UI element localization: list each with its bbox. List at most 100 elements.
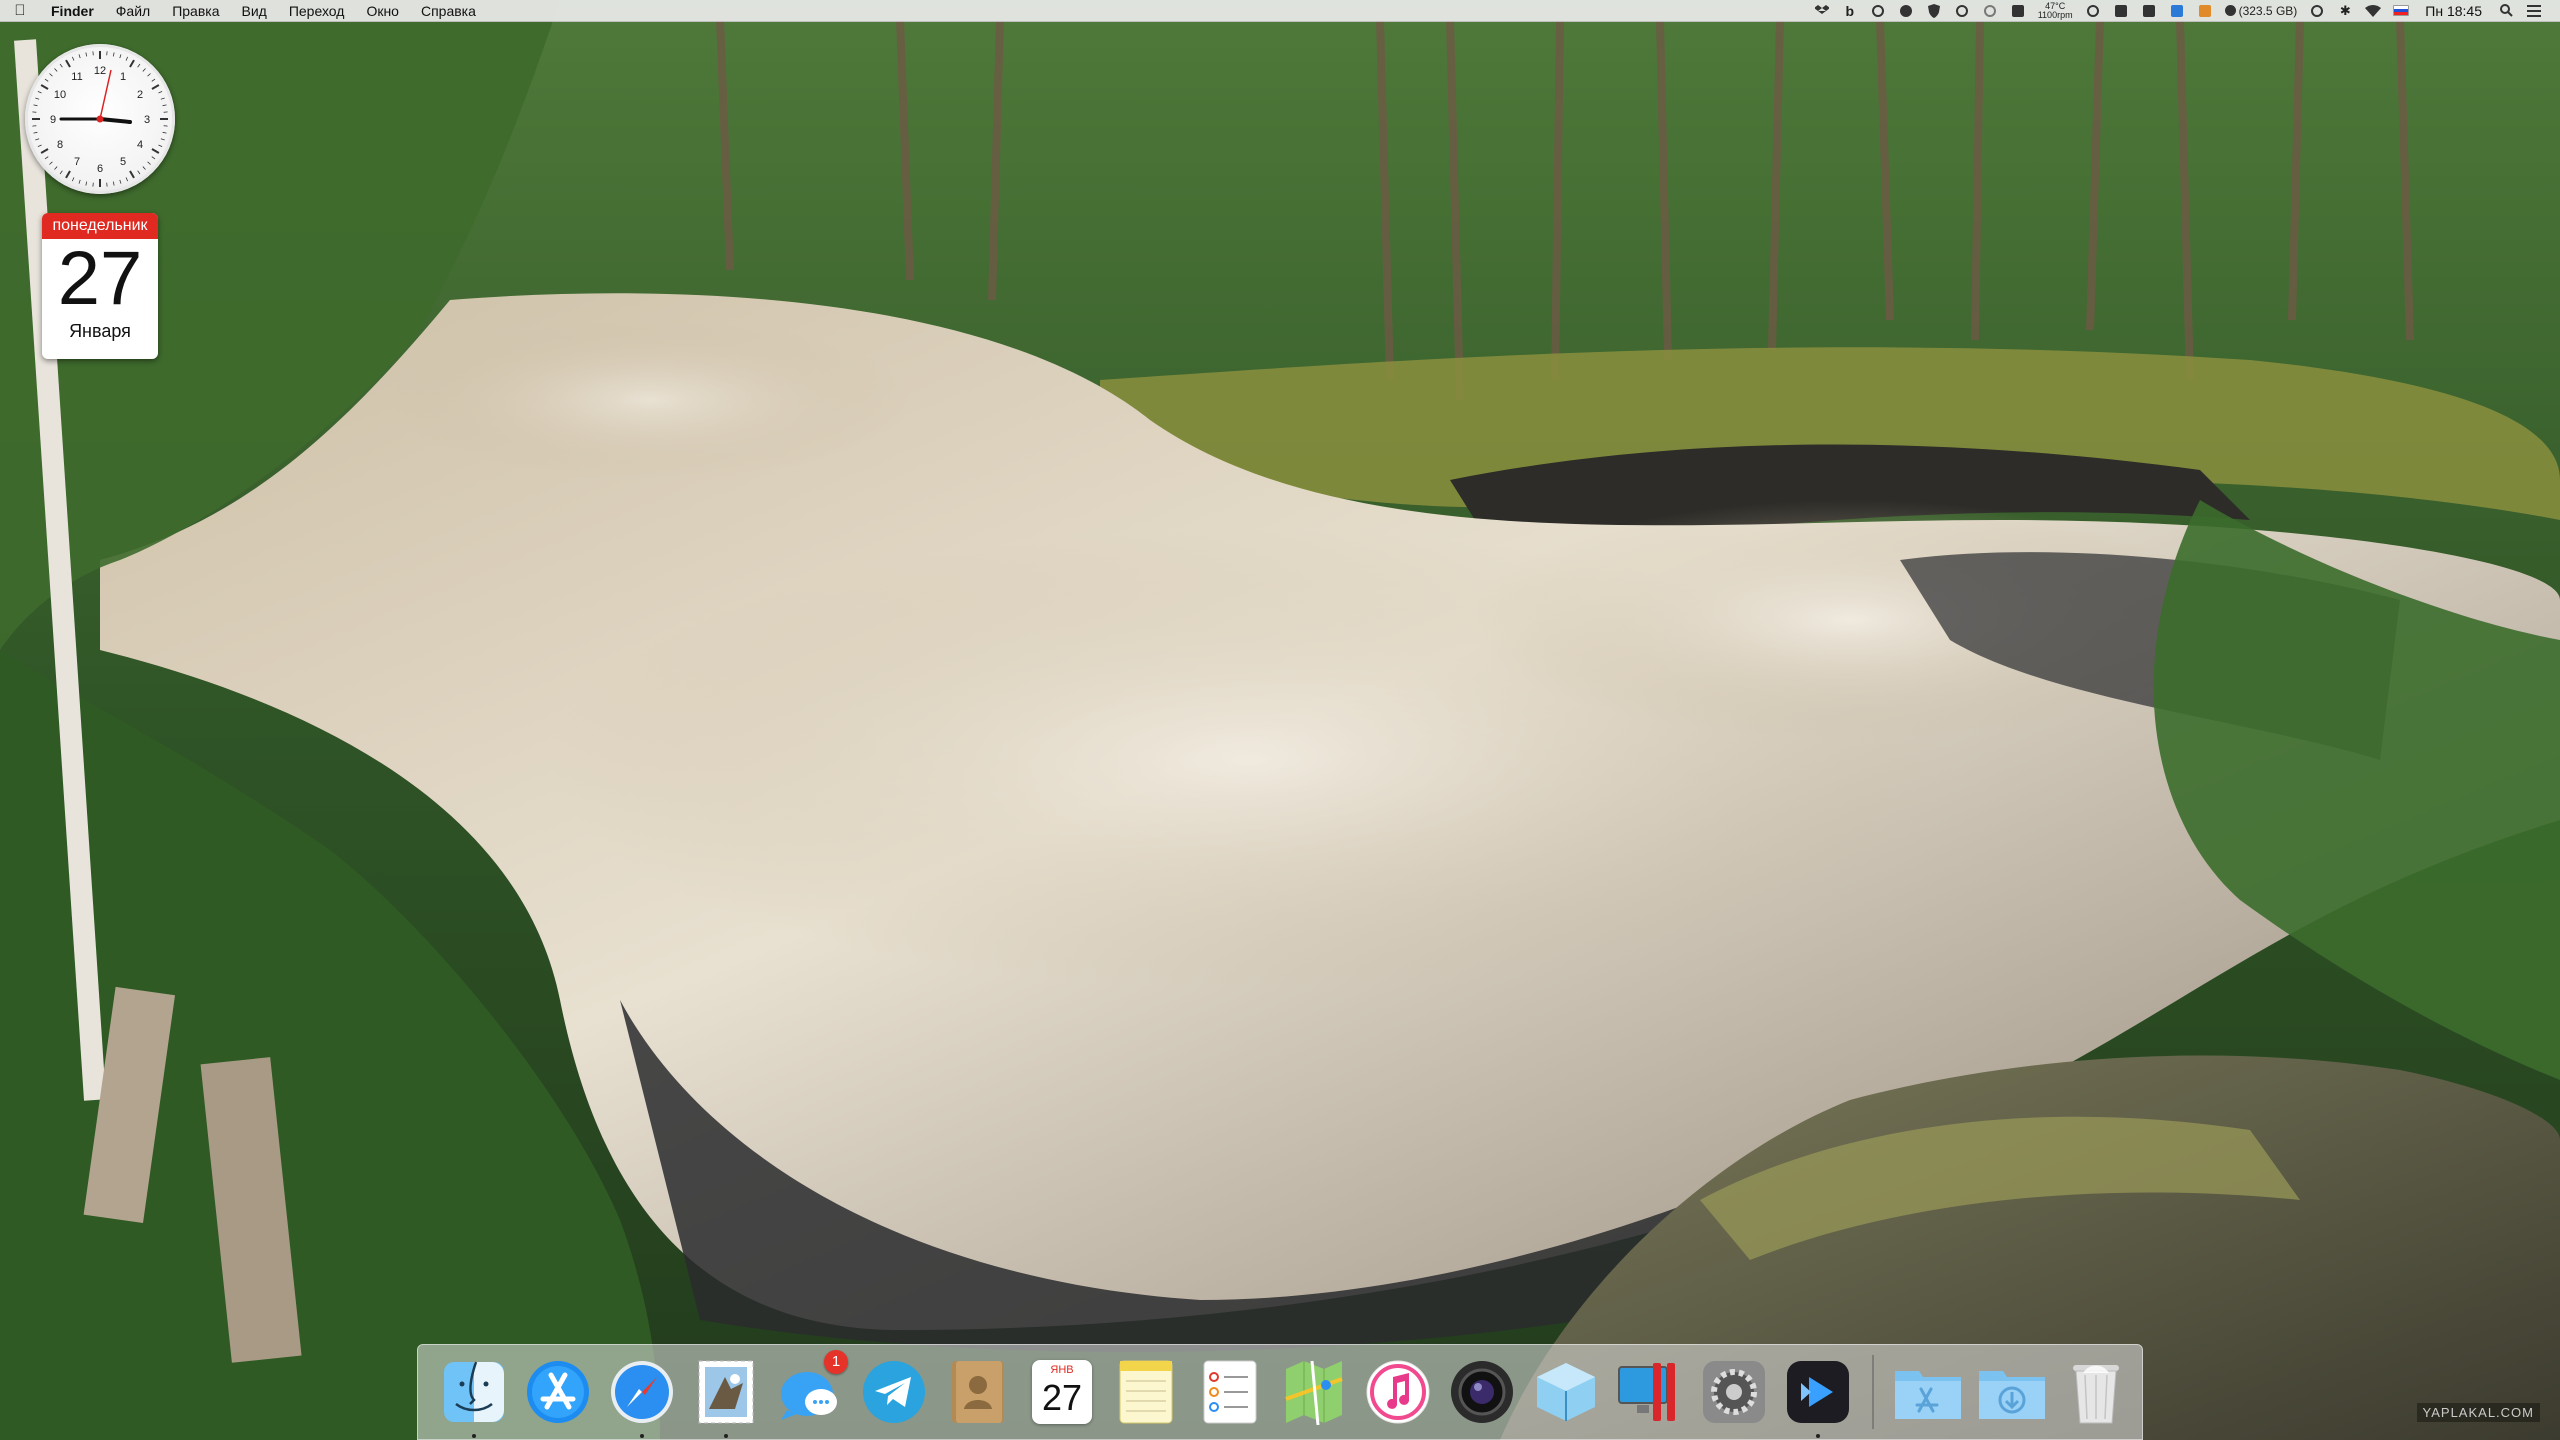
clock-tick [33, 131, 38, 134]
clock-tick [35, 97, 40, 100]
dock-parallels[interactable] [1614, 1356, 1686, 1428]
clock-tick [160, 97, 165, 100]
dock-telegram[interactable] [858, 1356, 930, 1428]
dock-reminders[interactable] [1194, 1356, 1266, 1428]
analog-clock-widget: 12 1 2 3 45 6 78 9 10 11 [25, 44, 175, 194]
vpn-icon[interactable] [1898, 0, 1914, 22]
dock-safari[interactable] [606, 1356, 678, 1438]
clock-tick [129, 59, 135, 68]
menubar-clock[interactable]: Пн 18:45 [2425, 3, 2482, 19]
svg-text:12: 12 [94, 65, 106, 77]
clock-tick [112, 181, 115, 186]
timer-icon[interactable] [2085, 0, 2101, 22]
dock-photo-booth[interactable] [1446, 1356, 1518, 1428]
dock-downloads-stack[interactable] [1976, 1356, 2048, 1428]
status-area: b 47°C 1100rpm (323.5 GB) ✱ Пн 18:45 [1808, 0, 2560, 22]
dock-messages[interactable]: 1 [774, 1350, 848, 1428]
dock-system-preferences[interactable] [1698, 1356, 1770, 1428]
maps-icon [1278, 1356, 1350, 1428]
clock-tick [142, 68, 146, 72]
dock-app-store[interactable] [522, 1356, 594, 1428]
language-icon[interactable] [2169, 0, 2185, 22]
svg-text:8: 8 [57, 139, 63, 151]
dock-contacts[interactable] [942, 1356, 1014, 1428]
svg-text:10: 10 [54, 89, 66, 101]
clock-tick [54, 166, 58, 170]
time-machine-icon[interactable] [2309, 0, 2325, 22]
spotlight-search-icon[interactable] [2498, 0, 2514, 22]
applications-folder-icon [1892, 1356, 1964, 1428]
wifi-icon[interactable] [2365, 0, 2382, 22]
menu-view[interactable]: Вид [231, 0, 278, 22]
svg-text:4: 4 [137, 139, 143, 151]
shield-icon[interactable] [1926, 0, 1942, 22]
display-icon[interactable] [2113, 0, 2129, 22]
clock-tick [162, 131, 167, 134]
dock-virtualbox[interactable] [1530, 1356, 1602, 1428]
sync-icon[interactable] [1982, 0, 1998, 22]
play-icon [1782, 1356, 1854, 1428]
menu-help[interactable]: Справка [410, 0, 487, 22]
clock-tick [71, 177, 75, 182]
clock-tick [71, 56, 75, 61]
input-flag-ru-icon[interactable] [2393, 0, 2410, 22]
menu-bar:  Finder Файл Правка Вид Переход Окно Сп… [0, 0, 2560, 22]
airplay-audio-icon[interactable] [1870, 0, 1886, 22]
reminders-icon [1194, 1356, 1266, 1428]
apple-logo-icon[interactable]:  [0, 2, 40, 19]
svg-text:5: 5 [120, 156, 126, 168]
parallels-icon [1614, 1356, 1686, 1428]
svg-text:3: 3 [144, 114, 150, 126]
clock-tick [40, 148, 49, 154]
clock-tick [78, 54, 81, 59]
dock-itunes[interactable] [1362, 1356, 1434, 1428]
clock-tick [162, 104, 167, 107]
clock-tick [151, 148, 160, 154]
menu-window[interactable]: Окно [355, 0, 410, 22]
clock-tick [151, 78, 156, 82]
menu-edit[interactable]: Правка [161, 0, 230, 22]
svg-text:2: 2 [137, 89, 143, 101]
bluetooth-icon[interactable]: ✱ [2337, 0, 2353, 22]
clock-tick [119, 179, 122, 184]
disk-free-value: (323.5 GB) [2238, 3, 2298, 18]
menu-app-finder[interactable]: Finder [40, 0, 105, 22]
cpu-monitor-icon[interactable] [2010, 0, 2026, 22]
contacts-icon [942, 1356, 1014, 1428]
info-icon[interactable] [1954, 0, 1970, 22]
menu-meters-icon[interactable] [2141, 0, 2157, 22]
temperature-fan-readout[interactable]: 47°C 1100rpm [2038, 0, 2073, 22]
dock-applications-stack[interactable] [1892, 1356, 1964, 1428]
notification-center-icon[interactable] [2526, 0, 2542, 22]
clock-tick [129, 170, 135, 179]
dock-infuse[interactable] [1782, 1356, 1854, 1438]
clock-tick [49, 161, 53, 165]
dock-mail[interactable] [690, 1356, 762, 1438]
dropbox-icon[interactable] [1814, 0, 1830, 22]
app-store-icon [522, 1356, 594, 1428]
watermark: YAPLAKAL.COM [2416, 1403, 2540, 1422]
clock-tick [44, 156, 49, 160]
dock-finder[interactable] [438, 1356, 510, 1438]
clock-tick [65, 59, 71, 68]
desktop-wallpaper [0, 0, 2560, 1440]
dock-calendar[interactable]: ЯНВ 27 [1026, 1356, 1098, 1428]
dock-notes[interactable] [1110, 1356, 1182, 1428]
clock-face-icon: 12 12 3 45 6 78 9 10 11 [32, 51, 168, 187]
menu-file[interactable]: Файл [105, 0, 161, 22]
dock-trash[interactable] [2060, 1356, 2132, 1428]
disk-space-readout[interactable]: (323.5 GB) [2224, 0, 2298, 22]
menu-go[interactable]: Переход [278, 0, 356, 22]
safari-icon [606, 1356, 678, 1428]
clock-tick [85, 181, 88, 186]
dock: 1 ЯНВ 27 [417, 1344, 2143, 1440]
svg-text:1: 1 [120, 71, 126, 83]
clock-tick [65, 170, 71, 179]
clock-tick [151, 156, 156, 160]
telegram-icon [858, 1356, 930, 1428]
svg-text:11: 11 [71, 71, 82, 83]
memory-icon[interactable] [2197, 0, 2213, 22]
dock-maps[interactable] [1278, 1356, 1350, 1428]
bitdefender-b-icon[interactable]: b [1842, 0, 1858, 22]
notes-icon [1110, 1356, 1182, 1428]
